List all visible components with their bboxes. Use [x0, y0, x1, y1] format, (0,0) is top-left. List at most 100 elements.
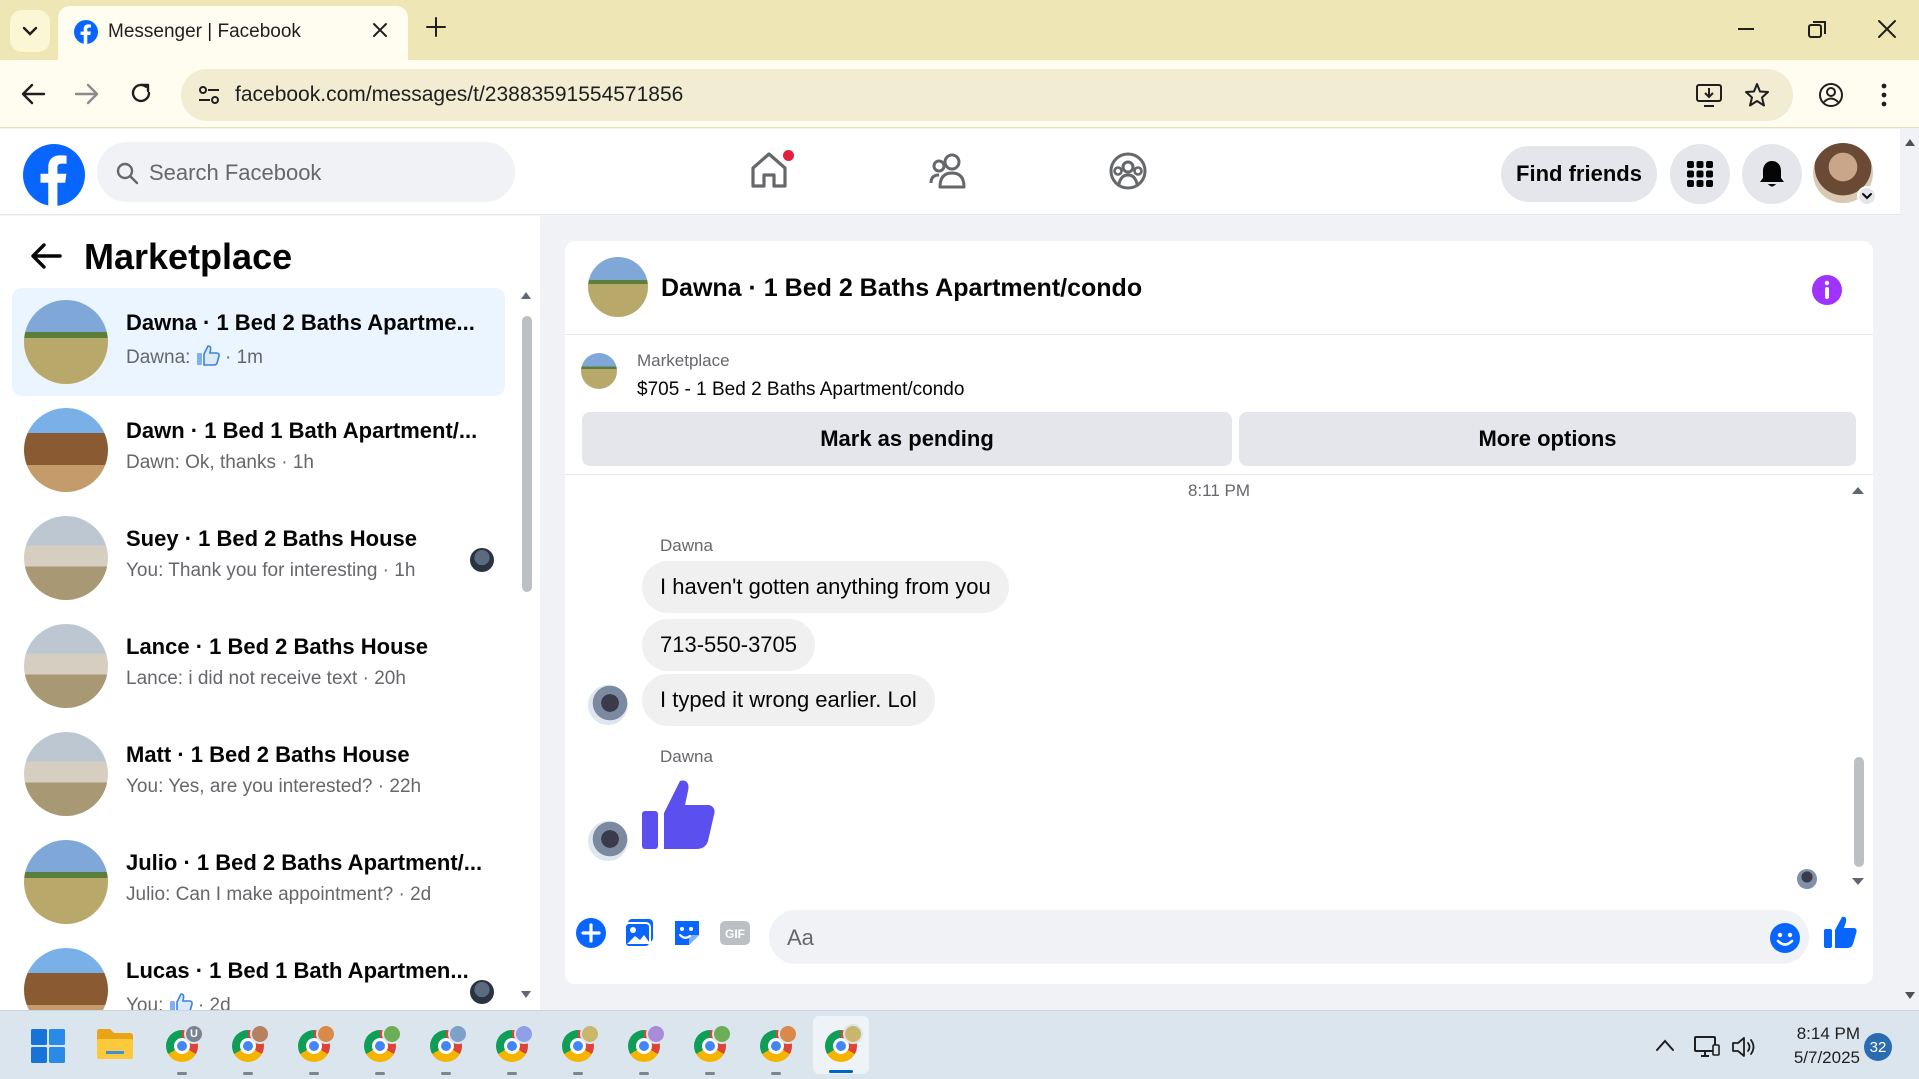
site-settings-icon[interactable]	[197, 84, 221, 106]
plus-circle-icon[interactable]	[575, 917, 607, 949]
tab-title: Messenger | Facebook	[108, 21, 301, 42]
notifications-button[interactable]	[1742, 144, 1802, 204]
chevron-down-icon	[22, 26, 38, 36]
chat-scrollbar-thumb[interactable]	[1854, 757, 1864, 867]
address-bar[interactable]: facebook.com/messages/t/2388359155457185…	[181, 69, 1793, 121]
new-tab-icon[interactable]	[425, 16, 447, 38]
conversation-item[interactable]: Lucas · 1 Bed 1 Bath Apartmen... You: · …	[12, 936, 505, 1010]
message-bubble[interactable]: I typed it wrong earlier. Lol	[642, 674, 935, 726]
conversation-preview: Julio: Can I make appointment? · 2d	[126, 884, 432, 905]
conversation-name: Lance · 1 Bed 2 Baths House	[126, 634, 428, 659]
thumbs-up-icon	[169, 993, 193, 1010]
window-close-icon[interactable]	[1876, 18, 1898, 40]
info-icon[interactable]	[1811, 274, 1843, 306]
conversation-name: Matt · 1 Bed 2 Baths House	[126, 742, 410, 767]
more-options-button[interactable]: More options	[1239, 412, 1856, 466]
gif-icon[interactable]: GIF	[719, 917, 751, 949]
search-placeholder: Search Facebook	[149, 160, 322, 185]
chat-listing-avatar[interactable]	[588, 257, 648, 317]
scrollbar-thumb[interactable]	[522, 316, 532, 592]
chrome-window-icon[interactable]	[490, 1022, 534, 1075]
page-scrollbar[interactable]	[1900, 129, 1919, 1009]
restore-icon[interactable]	[1807, 20, 1827, 40]
photo-icon[interactable]	[623, 917, 655, 949]
install-app-icon[interactable]	[1695, 82, 1723, 108]
network-icon[interactable]	[1693, 1035, 1721, 1059]
chrome-window-icon[interactable]	[358, 1022, 402, 1075]
chrome-window-icon[interactable]	[424, 1022, 468, 1075]
browser-menu-icon[interactable]	[1880, 82, 1888, 108]
chrome-window-icon[interactable]	[556, 1022, 600, 1075]
notification-count-badge[interactable]: 32	[1864, 1033, 1892, 1061]
conversation-name: Dawn · 1 Bed 1 Bath Apartment/...	[126, 418, 478, 443]
send-like-icon[interactable]	[1823, 915, 1857, 949]
preview-sender: Dawna:	[126, 347, 196, 368]
conversation-preview: You: Yes, are you interested? · 22h	[126, 776, 422, 797]
listing-thumbnail	[24, 840, 108, 924]
chat-title[interactable]: Dawna · 1 Bed 2 Baths Apartment/condo	[661, 274, 1142, 303]
marketplace-label: Marketplace	[637, 351, 730, 370]
chrome-window-icon[interactable]: U	[160, 1022, 204, 1075]
conversation-item[interactable]: Julio · 1 Bed 2 Baths Apartment/... Juli…	[12, 828, 505, 936]
minimize-icon[interactable]	[1738, 28, 1754, 30]
file-explorer-icon[interactable]	[96, 1027, 134, 1061]
listing-title[interactable]: $705 - 1 Bed 2 Baths Apartment/condo	[637, 379, 964, 401]
thumbs-up-icon	[196, 345, 220, 366]
conversation-item[interactable]: Matt · 1 Bed 2 Baths House You: Yes, are…	[12, 720, 505, 828]
account-chevron-icon[interactable]	[1857, 186, 1877, 206]
conversation-item[interactable]: Dawna · 1 Bed 2 Baths Apartme... Dawna: …	[12, 288, 505, 396]
large-thumbs-up-icon[interactable]	[642, 777, 716, 853]
message-bubble[interactable]: I haven't gotten anything from you	[642, 561, 1009, 613]
message-bubble[interactable]: 713-550-3705	[642, 619, 816, 671]
back-arrow-icon[interactable]	[30, 242, 62, 270]
sender-avatar[interactable]	[588, 685, 628, 725]
scroll-down-icon[interactable]	[1904, 991, 1916, 1001]
scroll-down-icon[interactable]	[1851, 877, 1865, 887]
clock-date[interactable]: 5/7/2025	[1778, 1048, 1860, 1068]
svg-text:GIF: GIF	[725, 927, 745, 941]
facebook-logo-icon[interactable]	[23, 144, 85, 206]
conversation-preview: Dawn: Ok, thanks · 1h	[126, 452, 314, 473]
scroll-up-icon[interactable]	[520, 290, 532, 300]
close-tab-icon[interactable]	[370, 20, 390, 40]
find-friends-button[interactable]: Find friends	[1501, 146, 1657, 202]
preview-time: · 2d	[197, 995, 231, 1010]
profile-icon[interactable]	[1818, 82, 1844, 108]
listing-thumbnail	[24, 408, 108, 492]
reload-icon[interactable]	[129, 81, 153, 105]
scroll-down-icon[interactable]	[520, 990, 532, 1000]
conversation-item[interactable]: Suey · 1 Bed 2 Baths House You: Thank yo…	[12, 504, 505, 612]
sender-avatar[interactable]	[588, 821, 628, 861]
search-facebook-input[interactable]: Search Facebook	[97, 142, 515, 202]
sticker-icon[interactable]	[671, 917, 703, 949]
browser-title-bar: Messenger | Facebook	[0, 0, 1919, 60]
menu-button[interactable]	[1670, 144, 1730, 204]
chrome-window-icon[interactable]	[754, 1022, 798, 1075]
conversation-item[interactable]: Lance · 1 Bed 2 Baths House Lance: i did…	[12, 612, 505, 720]
show-hidden-icons-icon[interactable]	[1655, 1038, 1675, 1052]
chrome-window-icon[interactable]	[292, 1022, 336, 1075]
scroll-up-icon[interactable]	[1904, 137, 1916, 147]
bookmark-star-icon[interactable]	[1744, 82, 1770, 108]
listing-thumbnail	[24, 732, 108, 816]
groups-nav-icon[interactable]	[1108, 151, 1148, 191]
scroll-up-icon[interactable]	[1851, 485, 1865, 495]
browser-tab-messenger[interactable]: Messenger | Facebook	[58, 6, 408, 60]
chrome-window-icon[interactable]	[688, 1022, 732, 1075]
tab-search-button[interactable]	[10, 10, 50, 52]
mark-as-pending-button[interactable]: Mark as pending	[582, 412, 1232, 466]
back-icon[interactable]	[20, 82, 46, 106]
message-input[interactable]: Aa	[769, 910, 1809, 964]
emoji-icon[interactable]	[1769, 922, 1801, 954]
chrome-window-icon[interactable]	[622, 1022, 666, 1075]
volume-icon[interactable]	[1731, 1035, 1759, 1059]
clock-time[interactable]: 8:14 PM	[1778, 1024, 1860, 1044]
windows-start-icon[interactable]	[30, 1028, 66, 1064]
friends-nav-icon[interactable]	[928, 151, 970, 191]
chrome-window-icon-active[interactable]	[813, 1016, 869, 1074]
forward-icon[interactable]	[74, 82, 100, 106]
conversation-item[interactable]: Dawn · 1 Bed 1 Bath Apartment/... Dawn: …	[12, 396, 505, 504]
listing-thumbnail	[24, 300, 108, 384]
chrome-window-icon[interactable]	[226, 1022, 270, 1075]
listing-thumbnail[interactable]	[581, 353, 617, 389]
